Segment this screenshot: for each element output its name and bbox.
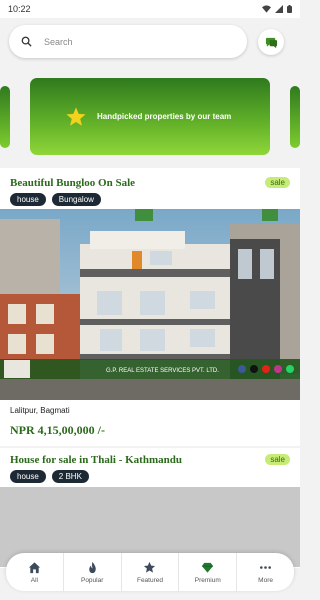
listing-tags: house Bungalow [10,193,101,206]
status-time: 10:22 [8,4,31,14]
nav-label: Featured [136,576,163,584]
nav-item-all[interactable]: All [6,553,64,591]
star-icon [66,106,86,126]
listing-location: Lalitpur, Bagmati [10,406,70,415]
carousel-prev-slide[interactable] [0,86,10,148]
search-bar[interactable] [9,25,247,58]
nav-item-more[interactable]: More [237,553,294,591]
nav-item-featured[interactable]: Featured [122,553,180,591]
status-badge: sale [265,454,290,465]
nav-item-popular[interactable]: Popular [64,553,122,591]
tag: house [10,193,46,206]
promo-banner[interactable]: Handpicked properties by our team [30,78,270,155]
status-bar: 10:22 [0,0,300,18]
search-input[interactable] [44,36,214,47]
diamond-icon [202,562,214,573]
wifi-icon [262,5,271,13]
chat-button[interactable] [258,29,284,55]
more-icon [260,565,272,569]
flame-icon [88,561,96,573]
listing-price: NPR 4,15,00,000 /- [10,423,105,437]
tag: 2 BHK [51,470,89,483]
nav-label: All [30,576,39,584]
status-badge: sale [265,177,290,188]
carousel-next-slide[interactable] [290,86,300,148]
listing-title[interactable]: House for sale in Thali - Kathmandu [10,454,182,466]
banner-text: Handpicked properties by our team [97,112,232,121]
listing-title[interactable]: Beautiful Bungloo On Sale [10,177,135,189]
nav-item-premium[interactable]: Premium [179,553,238,591]
nav-label: More [258,576,273,584]
signal-icon [275,5,283,13]
building-photo: G.P. REAL ESTATE SERVICES PVT. LTD. [0,209,300,400]
bottom-nav: All Popular Featured Premium More [6,553,294,591]
chat-icon [265,37,277,48]
listing-tags: house 2 BHK [10,470,89,483]
home-icon [28,561,40,573]
agency-watermark: G.P. REAL ESTATE SERVICES PVT. LTD. [106,368,219,374]
property-image[interactable]: G.P. REAL ESTATE SERVICES PVT. LTD. [0,209,300,400]
tag: house [10,470,46,483]
nav-label: Premium [194,576,221,584]
tag: Bungalow [51,193,101,206]
search-icon [21,36,32,47]
nav-label: Popular [80,576,104,584]
star-icon [144,561,156,573]
battery-icon [287,5,292,13]
